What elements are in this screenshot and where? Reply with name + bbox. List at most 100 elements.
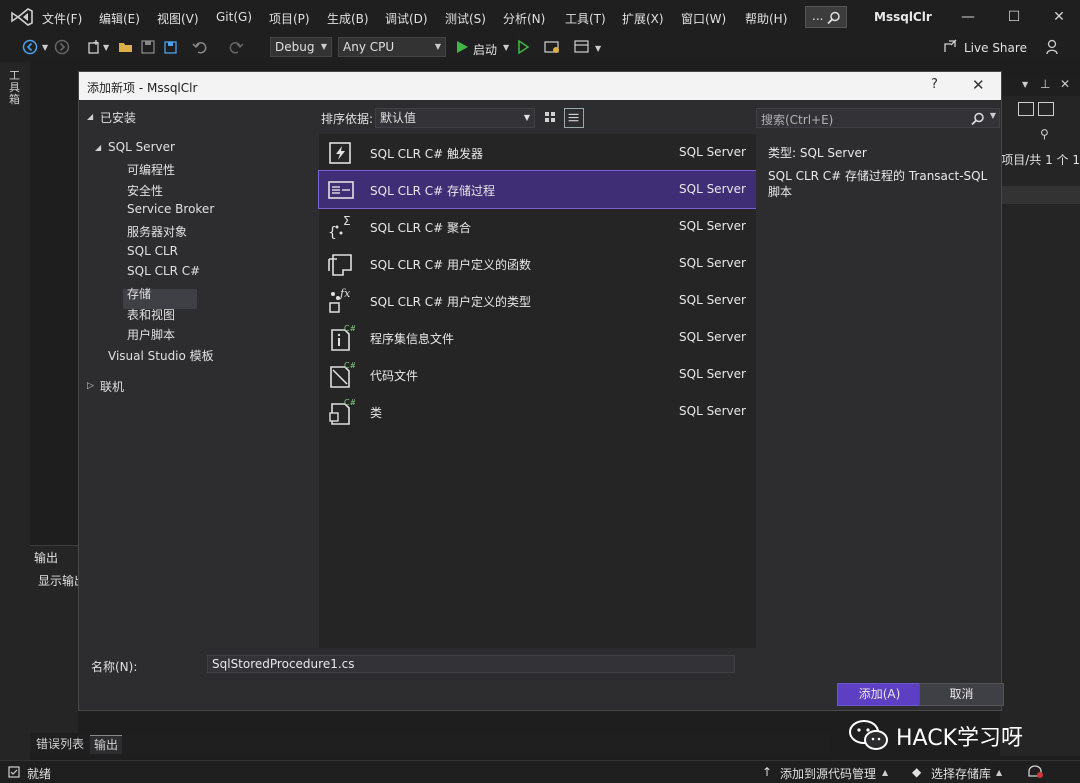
template-item-selected[interactable]: SQL CLR C# 存储过程 SQL Server bbox=[318, 170, 757, 209]
start-dropdown-arrow-icon[interactable]: ▼ bbox=[503, 43, 509, 52]
sort-by-dropdown[interactable]: 默认值 ▼ bbox=[375, 108, 535, 128]
tree-item-sql-server[interactable]: SQL Server bbox=[108, 140, 175, 154]
navigate-back-icon[interactable] bbox=[22, 39, 38, 55]
close-window-button[interactable]: ✕ bbox=[1046, 6, 1072, 28]
undo-icon[interactable] bbox=[192, 39, 208, 55]
menu-build[interactable]: 生成(B) bbox=[327, 10, 369, 27]
chevron-up-icon: ▲ bbox=[996, 768, 1003, 777]
tree-item-online[interactable]: 联机 bbox=[100, 378, 124, 395]
template-item[interactable]: C# 类 SQL Server bbox=[319, 393, 756, 430]
tree-item-sql-clr[interactable]: SQL CLR bbox=[127, 244, 178, 258]
menu-edit[interactable]: 编辑(E) bbox=[99, 10, 140, 27]
feedback-icon[interactable] bbox=[1045, 39, 1061, 55]
tab-error-list[interactable]: 错误列表 bbox=[32, 735, 88, 753]
dialog-title: 添加新项 - MssqlClr bbox=[87, 81, 198, 95]
class-file-icon: C# bbox=[329, 398, 355, 425]
cancel-button[interactable]: 取消 bbox=[919, 683, 1004, 706]
close-panel-icon[interactable]: ✕ bbox=[1060, 77, 1070, 91]
save-all-icon[interactable] bbox=[162, 39, 178, 55]
tab-output[interactable]: 输出 bbox=[90, 735, 123, 754]
svg-text:C#: C# bbox=[344, 324, 355, 333]
menu-test[interactable]: 测试(S) bbox=[445, 10, 486, 27]
repository-diamond-icon: ◆ bbox=[912, 765, 922, 779]
collapse-all-icon[interactable] bbox=[1018, 102, 1034, 116]
live-share-button[interactable]: Live Share bbox=[964, 41, 1027, 55]
tree-item-service-broker[interactable]: Service Broker bbox=[127, 202, 214, 216]
layout-icon[interactable] bbox=[574, 39, 590, 55]
wechat-logo-icon bbox=[849, 720, 888, 750]
expanded-triangle-icon[interactable]: ◢ bbox=[95, 143, 101, 152]
platform-dropdown[interactable]: Any CPU ▼ bbox=[338, 37, 446, 57]
tree-item-installed[interactable]: 已安装 bbox=[100, 109, 136, 126]
redo-icon[interactable] bbox=[228, 39, 244, 55]
template-item[interactable]: C# 代码文件 SQL Server bbox=[319, 356, 756, 393]
tree-item-programmability[interactable]: 可编程性 bbox=[127, 161, 175, 178]
back-dropdown-arrow-icon[interactable]: ▼ bbox=[42, 43, 48, 52]
toolbox-tab[interactable]: 工具箱 bbox=[9, 70, 23, 106]
tree-item-security[interactable]: 安全性 bbox=[127, 182, 163, 199]
menu-project[interactable]: 项目(P) bbox=[269, 10, 310, 27]
start-debugging-icon[interactable] bbox=[454, 39, 470, 55]
menu-view[interactable]: 视图(V) bbox=[157, 10, 199, 27]
template-item[interactable]: SQL CLR C# 用户定义的函数 SQL Server bbox=[319, 245, 756, 282]
watermark: HACK学习呀 bbox=[848, 718, 1048, 752]
browser-link-icon[interactable] bbox=[544, 39, 560, 55]
tree-item-user-scripts[interactable]: 用户脚本 bbox=[127, 326, 175, 343]
tree-item-storage[interactable]: 存储 bbox=[127, 285, 151, 302]
maximize-button[interactable]: ☐ bbox=[1001, 6, 1027, 28]
open-folder-icon[interactable] bbox=[118, 39, 134, 55]
add-to-source-control-button[interactable]: 添加到源代码管理 bbox=[780, 765, 876, 782]
minimize-button[interactable]: — bbox=[955, 6, 981, 28]
start-without-debugging-icon[interactable] bbox=[515, 39, 531, 55]
search-icon[interactable]: ⚲ bbox=[1040, 127, 1049, 141]
menu-window[interactable]: 窗口(W) bbox=[681, 10, 726, 27]
panel-dropdown-icon[interactable]: ▼ bbox=[1022, 80, 1028, 89]
collapsed-triangle-icon[interactable]: ▷ bbox=[87, 381, 94, 391]
menu-tools[interactable]: 工具(T) bbox=[565, 10, 606, 27]
template-category: SQL Server bbox=[679, 293, 746, 307]
visual-studio-logo-icon[interactable] bbox=[10, 7, 34, 27]
list-view-button[interactable] bbox=[564, 108, 584, 128]
start-button-label[interactable]: 启动 bbox=[473, 41, 497, 58]
sort-by-label: 排序依据: bbox=[321, 112, 374, 126]
save-icon[interactable] bbox=[140, 39, 156, 55]
dialog-help-button[interactable]: ? bbox=[931, 77, 938, 92]
tree-item-vs-templates[interactable]: Visual Studio 模板 bbox=[108, 347, 214, 364]
menu-git[interactable]: Git(G) bbox=[216, 10, 252, 24]
new-dropdown-arrow-icon[interactable]: ▼ bbox=[103, 43, 109, 52]
layout-dropdown-arrow-icon[interactable]: ▼ bbox=[595, 44, 601, 53]
configuration-dropdown[interactable]: Debug ▼ bbox=[270, 37, 332, 57]
medium-icons-view-button[interactable] bbox=[541, 108, 561, 128]
expanded-triangle-icon[interactable]: ◢ bbox=[87, 112, 93, 121]
pin-icon[interactable]: ⊥ bbox=[1040, 77, 1050, 91]
template-description: SQL CLR C# 存储过程的 Transact-SQL 脚本 bbox=[768, 169, 988, 199]
global-search-button[interactable]: ... bbox=[805, 6, 847, 28]
output-panel-title: 输出 bbox=[34, 551, 59, 565]
add-button[interactable]: 添加(A) bbox=[837, 683, 922, 706]
tree-item-sql-clr-csharp[interactable]: SQL CLR C# bbox=[127, 264, 200, 278]
properties-icon[interactable] bbox=[1038, 102, 1054, 116]
sort-by-value: 默认值 bbox=[380, 111, 417, 125]
tree-item-server-objects[interactable]: 服务器对象 bbox=[127, 223, 187, 240]
menu-debug[interactable]: 调试(D) bbox=[385, 10, 428, 27]
project-count-label: 1 个项目/共 1 个 bbox=[1000, 153, 1080, 167]
notifications-bell-icon[interactable] bbox=[1026, 765, 1044, 779]
template-item[interactable]: SQL CLR C# 触发器 SQL Server bbox=[319, 134, 756, 171]
name-input[interactable] bbox=[207, 655, 735, 673]
assembly-info-icon: C# bbox=[331, 324, 355, 351]
menu-file[interactable]: 文件(F) bbox=[42, 10, 82, 27]
dialog-close-button[interactable]: ✕ bbox=[972, 76, 985, 94]
template-item[interactable]: { Σ SQL CLR C# 聚合 SQL Server bbox=[319, 208, 756, 245]
watermark-text: HACK学习呀 bbox=[896, 726, 1023, 751]
template-item[interactable]: C# 程序集信息文件 SQL Server bbox=[319, 319, 756, 356]
select-repository-button[interactable]: 选择存储库 bbox=[931, 765, 991, 782]
template-list: SQL CLR C# 触发器 SQL Server SQL CLR C# 存储过… bbox=[318, 134, 757, 648]
new-project-icon[interactable] bbox=[86, 39, 102, 55]
template-search-input[interactable]: 搜索(Ctrl+E) ▼ bbox=[756, 108, 1000, 128]
menu-help[interactable]: 帮助(H) bbox=[745, 10, 787, 27]
template-item[interactable]: fx SQL CLR C# 用户定义的类型 SQL Server bbox=[319, 282, 756, 319]
tree-item-tables-and-views[interactable]: 表和视图 bbox=[127, 306, 175, 323]
navigate-forward-icon[interactable] bbox=[54, 39, 70, 55]
menu-extensions[interactable]: 扩展(X) bbox=[622, 10, 664, 27]
menu-analyze[interactable]: 分析(N) bbox=[503, 10, 545, 27]
